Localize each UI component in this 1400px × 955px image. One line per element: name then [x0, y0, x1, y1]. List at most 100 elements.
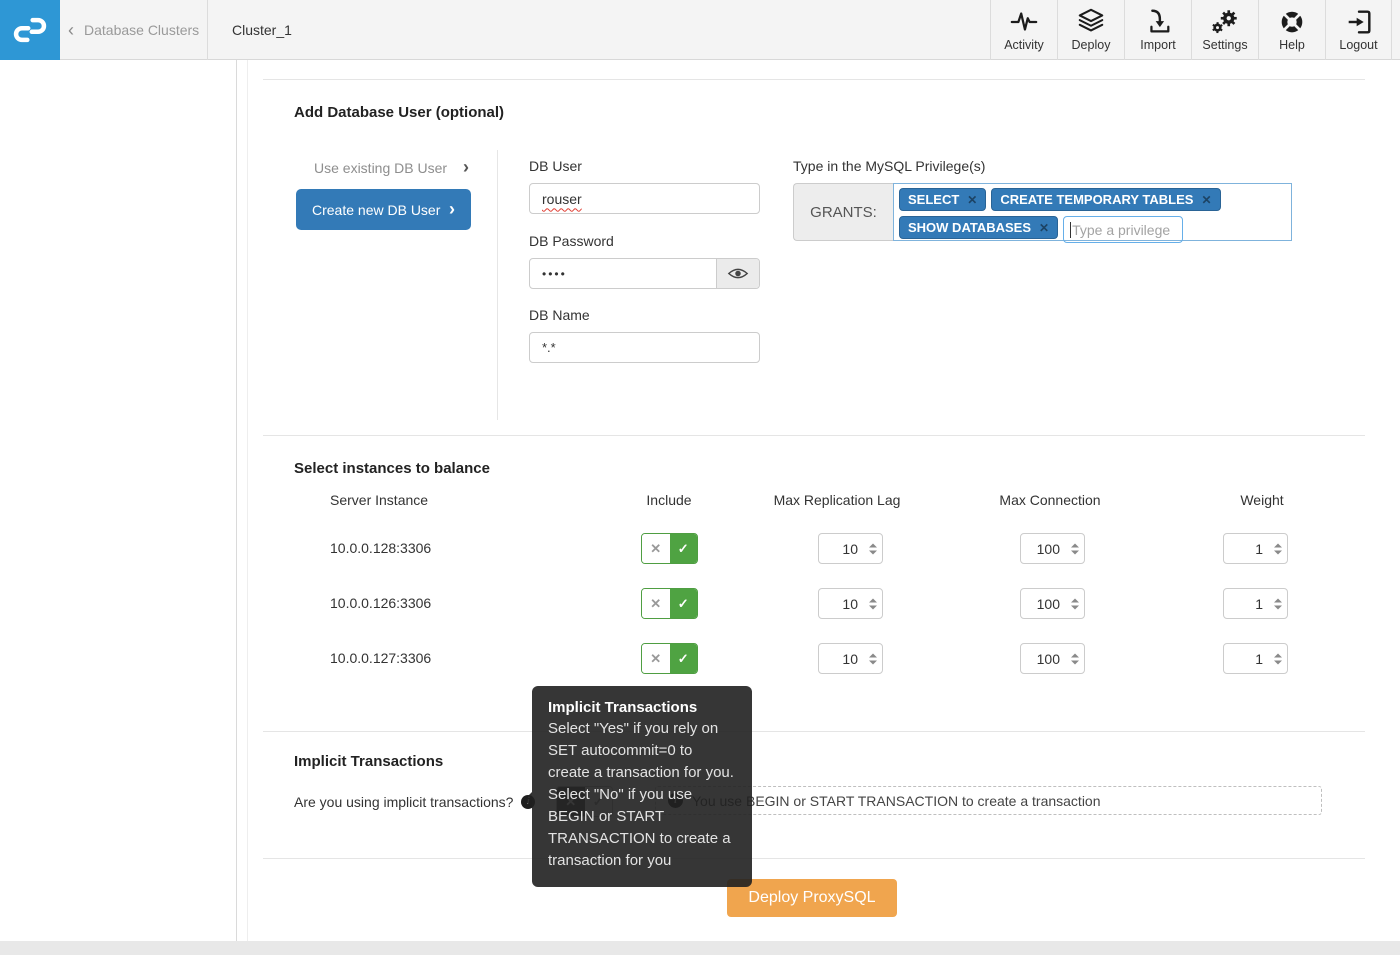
transaction-info-alert: i You use BEGIN or START TRANSACTION to …: [655, 786, 1322, 815]
weight-value: 1: [1255, 595, 1263, 612]
instance-address: 10.0.0.127:3306: [330, 650, 432, 666]
back-chevron-icon: ‹: [68, 20, 74, 40]
db-user-value: rouser: [542, 190, 582, 207]
nav-activity-label: Activity: [1004, 38, 1044, 52]
page: ‹ Database Clusters Cluster_1 Activity D…: [0, 0, 1400, 955]
privilege-tag: SELECT ✕: [899, 188, 987, 211]
db-password-label: DB Password: [529, 233, 614, 249]
nav-settings-label: Settings: [1202, 38, 1248, 52]
max-connection-value: 100: [1036, 650, 1060, 667]
weight-input[interactable]: 1: [1223, 643, 1288, 674]
db-name-label: DB Name: [529, 307, 590, 323]
show-password-button[interactable]: [716, 259, 759, 288]
privilege-input-placeholder: Type a privilege: [1072, 221, 1171, 238]
privilege-tag: CREATE TEMPORARY TABLES ✕: [991, 188, 1221, 211]
weight-input[interactable]: 1: [1223, 533, 1288, 564]
deploy-proxysql-button[interactable]: Deploy ProxySQL: [727, 879, 897, 917]
weight-value: 1: [1255, 650, 1263, 667]
db-password-input[interactable]: ••••: [530, 259, 716, 288]
nav-logout[interactable]: Logout: [1325, 0, 1392, 60]
breadcrumb[interactable]: ‹ Database Clusters: [68, 0, 199, 60]
left-panel-divider-2: [247, 60, 248, 941]
left-panel-divider: [236, 60, 237, 941]
db-user-label: DB User: [529, 158, 582, 174]
number-stepper[interactable]: [869, 543, 877, 554]
use-existing-db-user-link[interactable]: Use existing DB User ›: [314, 157, 469, 178]
gears-icon: [1210, 8, 1240, 36]
number-stepper[interactable]: [1071, 543, 1079, 554]
max-connection-input[interactable]: 100: [1020, 533, 1085, 564]
number-stepper[interactable]: [869, 598, 877, 609]
include-toggle[interactable]: ✕ ✓: [641, 643, 698, 674]
implicit-transactions-tooltip: Implicit Transactions Select "Yes" if yo…: [524, 686, 752, 887]
chevron-right-icon: ›: [449, 199, 455, 219]
toggle-on-icon[interactable]: ✓: [669, 589, 697, 618]
toggle-on-icon[interactable]: ✓: [669, 644, 697, 673]
max-connection-input[interactable]: 100: [1020, 643, 1085, 674]
nav-deploy[interactable]: Deploy: [1057, 0, 1124, 60]
max-connection-input[interactable]: 100: [1020, 588, 1085, 619]
privileges-tag-box[interactable]: SELECT ✕ CREATE TEMPORARY TABLES ✕ SHOW …: [893, 183, 1292, 243]
number-stepper[interactable]: [1274, 653, 1282, 664]
db-password-value: ••••: [542, 266, 567, 281]
breadcrumb-label: Database Clusters: [84, 22, 200, 38]
tooltip-arrow: [524, 792, 532, 808]
number-stepper[interactable]: [1274, 598, 1282, 609]
remove-tag-icon[interactable]: ✕: [1039, 221, 1049, 235]
activity-icon: [1009, 8, 1039, 36]
remove-tag-icon[interactable]: ✕: [967, 193, 977, 207]
db-name-input[interactable]: *.*: [529, 332, 760, 363]
section-title-add-db-user: Add Database User (optional): [294, 104, 505, 121]
section-divider-top: [263, 79, 1365, 80]
max-connection-value: 100: [1036, 595, 1060, 612]
remove-tag-icon[interactable]: ✕: [1201, 193, 1211, 207]
max-connection-value: 100: [1036, 540, 1060, 557]
instance-address: 10.0.0.126:3306: [330, 595, 432, 611]
tab-cluster-label: Cluster_1: [232, 22, 292, 38]
create-new-db-user-button[interactable]: Create new DB User ›: [296, 189, 471, 230]
toggle-on-icon[interactable]: ✓: [669, 534, 697, 563]
number-stepper[interactable]: [1071, 598, 1079, 609]
number-stepper[interactable]: [869, 653, 877, 664]
grants-group: GRANTS: SELECT ✕ CREATE TEMPORARY TABLES…: [793, 183, 1292, 243]
toggle-off-icon[interactable]: ✕: [642, 534, 670, 563]
use-existing-label: Use existing DB User: [314, 159, 448, 176]
weight-input[interactable]: 1: [1223, 588, 1288, 619]
privilege-search-input[interactable]: Type a privilege: [1063, 216, 1184, 243]
deploy-label: Deploy ProxySQL: [748, 889, 876, 906]
nav-import[interactable]: Import: [1124, 0, 1191, 60]
weight-value: 1: [1255, 540, 1263, 557]
nav-help[interactable]: Help: [1258, 0, 1325, 60]
privilege-tag-label: CREATE TEMPORARY TABLES: [1000, 192, 1194, 207]
include-toggle[interactable]: ✕ ✓: [641, 588, 698, 619]
number-stepper[interactable]: [1071, 653, 1079, 664]
db-user-input[interactable]: rouser: [529, 183, 760, 214]
logout-icon: [1344, 8, 1374, 36]
privilege-tag: SHOW DATABASES ✕: [899, 216, 1059, 239]
max-replication-lag-input[interactable]: 10: [818, 588, 883, 619]
eye-icon: [727, 268, 749, 279]
toggle-off-icon[interactable]: ✕: [642, 589, 670, 618]
nav-import-label: Import: [1140, 38, 1176, 52]
db-name-value: *.*: [542, 340, 556, 355]
number-stepper[interactable]: [1274, 543, 1282, 554]
header-divider: [207, 0, 208, 60]
nav-help-label: Help: [1279, 38, 1305, 52]
toggle-off-icon[interactable]: ✕: [642, 644, 670, 673]
deploy-stack-icon: [1076, 8, 1106, 36]
max-replication-lag-value: 10: [842, 595, 858, 612]
tooltip-title: Implicit Transactions: [548, 699, 698, 716]
app-logo[interactable]: [0, 0, 60, 60]
section-divider-1: [263, 435, 1365, 436]
db-password-group: ••••: [529, 258, 760, 289]
col-header-max-replication-lag: Max Replication Lag: [773, 492, 901, 508]
page-bottom-strip: [0, 941, 1400, 955]
max-replication-lag-input[interactable]: 10: [818, 533, 883, 564]
section-divider-3: [263, 858, 1365, 859]
nav-activity[interactable]: Activity: [990, 0, 1057, 60]
nav-settings[interactable]: Settings: [1191, 0, 1258, 60]
include-toggle[interactable]: ✕ ✓: [641, 533, 698, 564]
tab-cluster[interactable]: Cluster_1: [218, 0, 306, 60]
create-new-label: Create new DB User: [312, 201, 441, 218]
max-replication-lag-input[interactable]: 10: [818, 643, 883, 674]
